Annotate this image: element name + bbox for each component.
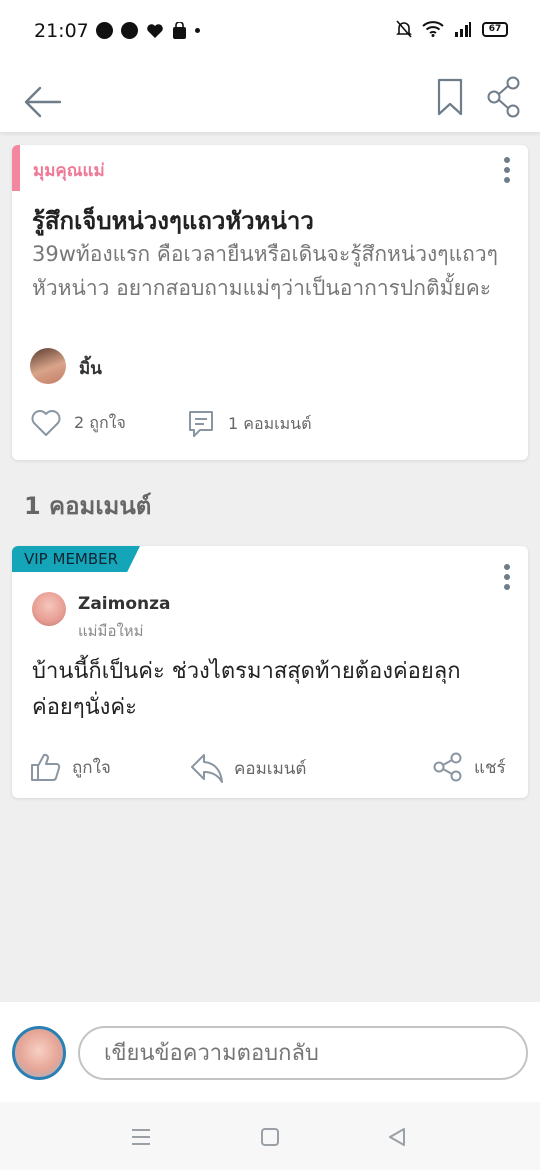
- comments-heading: 1 คอมเมนต์: [24, 492, 152, 520]
- home-icon[interactable]: [259, 1126, 281, 1148]
- post-like-count: 2 ถูกใจ: [74, 412, 126, 432]
- reply-input[interactable]: [78, 1026, 528, 1080]
- post-category[interactable]: มุมคุณแม่: [33, 157, 105, 184]
- post-like-button[interactable]: 2 ถูกใจ: [30, 409, 126, 437]
- more-notifications-dot-icon: [195, 28, 200, 33]
- vip-badge: VIP MEMBER: [12, 546, 140, 572]
- comment-card: VIP MEMBER Zaimonza แม่มือใหม่ บ้านนี้ก็…: [12, 546, 528, 798]
- heart-outline-icon: [31, 410, 61, 436]
- post-title: รู้สึกเจ็บหน่วงๆแถวหัวหน่าว: [32, 207, 314, 235]
- post-more-options-icon[interactable]: [504, 157, 510, 183]
- mute-bell-icon: [396, 20, 412, 38]
- shopping-bag-icon: [173, 22, 186, 39]
- comment-bubble-icon: [189, 411, 213, 437]
- post-comment-count: 1 คอมเมนต์: [228, 413, 312, 433]
- compose-bar: [0, 1002, 540, 1102]
- bookmark-icon[interactable]: [436, 72, 464, 122]
- author-avatar[interactable]: [30, 348, 66, 384]
- post-card: มุมคุณแม่ รู้สึกเจ็บหน่วงๆแถวหัวหน่าว 39…: [12, 145, 528, 460]
- status-bar: 21:07 67: [0, 0, 540, 62]
- comment-like-button[interactable]: ถูกใจ: [30, 752, 111, 782]
- signal-icon: [455, 22, 471, 37]
- share-icon: [433, 752, 462, 782]
- system-status: 67: [396, 20, 508, 38]
- post-comment-button[interactable]: 1 คอมเมนต์: [186, 409, 311, 439]
- thumbs-up-icon: [31, 753, 61, 781]
- status-time: 21:07: [34, 20, 89, 42]
- share-icon[interactable]: [486, 72, 522, 122]
- comment-reply-label: คอมเมนต์: [234, 758, 307, 779]
- system-nav-bar: [0, 1102, 540, 1170]
- menu-icon[interactable]: [130, 1126, 152, 1148]
- comment-text: บ้านนี้ก็เป็นค่ะ ช่วงไตรมาสสุดท้ายต้องค่…: [32, 659, 461, 720]
- category-accent-bar: [12, 145, 20, 191]
- post-body: 39wท้องแรก คือเวลายืนหรือเดินจะรู้สึกหน่…: [32, 242, 498, 300]
- line-icon: [121, 22, 138, 39]
- heart-notification-icon: [147, 23, 163, 38]
- reply-arrow-icon: [191, 754, 223, 783]
- commenter-avatar[interactable]: [32, 592, 66, 626]
- author-name[interactable]: มิ้น: [79, 355, 102, 382]
- commenter-name[interactable]: Zaimonza: [78, 594, 171, 614]
- wifi-icon: [422, 21, 444, 37]
- back-arrow-icon[interactable]: [22, 74, 62, 130]
- current-user-avatar[interactable]: [12, 1026, 66, 1080]
- pinterest-icon: [96, 22, 113, 39]
- battery-level: 67: [482, 21, 508, 37]
- comment-like-label: ถูกใจ: [72, 757, 111, 778]
- app-bar: [0, 62, 540, 132]
- comment-more-options-icon[interactable]: [504, 564, 510, 590]
- notification-icons: [96, 22, 200, 39]
- comment-reply-button[interactable]: คอมเมนต์: [190, 752, 306, 784]
- comment-share-label: แชร์: [474, 757, 506, 778]
- back-triangle-icon[interactable]: [386, 1126, 408, 1148]
- commenter-role: แม่มือใหม่: [78, 622, 144, 640]
- comment-share-button[interactable]: แชร์: [432, 752, 506, 782]
